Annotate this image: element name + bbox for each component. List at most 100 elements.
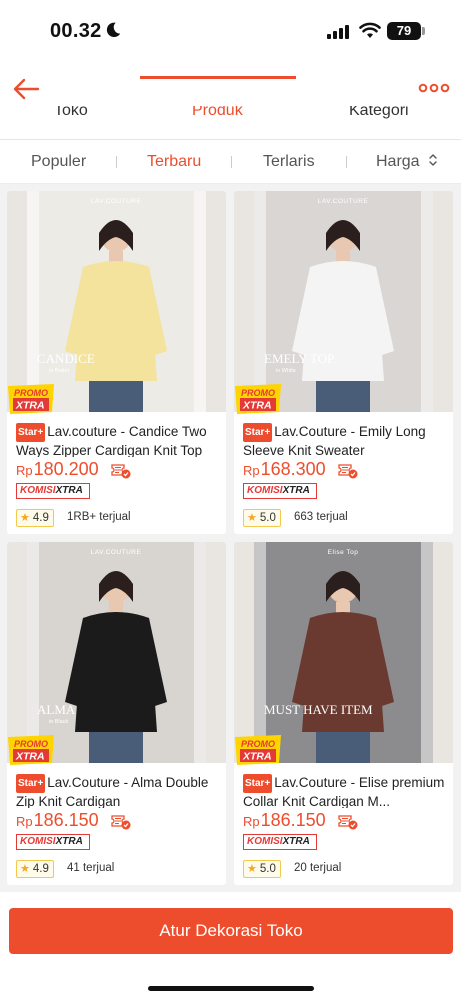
komisi-xtra-badge: KOMISIXTRA bbox=[16, 834, 90, 850]
komisi-xtra-label: XTRA bbox=[55, 485, 83, 496]
product-image[interactable]: LAV.COUTURE EMELY TOP in White bbox=[234, 191, 453, 412]
komisi-xtra-label: XTRA bbox=[282, 485, 310, 496]
price-amount: 186.150 bbox=[33, 810, 99, 830]
svg-text:LAV.COUTURE: LAV.COUTURE bbox=[318, 198, 369, 205]
product-image[interactable]: LAV.COUTURE CANDICE in Butter bbox=[7, 191, 226, 412]
product-price: Rp168.300 bbox=[243, 459, 326, 480]
price-amount: 180.200 bbox=[33, 459, 99, 479]
price-voucher-icon bbox=[111, 464, 131, 479]
product-price: Rp180.200 bbox=[16, 459, 99, 480]
komisi-xtra-label: XTRA bbox=[282, 836, 310, 847]
active-tab-indicator bbox=[140, 76, 296, 79]
svg-text:in Butter: in Butter bbox=[49, 368, 70, 374]
product-card[interactable]: Elise Top MUST HAVE ITEM PROMO XTRA Star… bbox=[234, 542, 453, 885]
battery-tip bbox=[422, 27, 425, 35]
rating-value: 4.9 bbox=[32, 863, 49, 875]
svg-text:XTRA: XTRA bbox=[15, 400, 45, 412]
tab-produk[interactable]: Produk bbox=[192, 106, 243, 120]
promo-xtra-badge: PROMO XTRA bbox=[235, 384, 281, 414]
svg-text:XTRA: XTRA bbox=[242, 400, 272, 412]
price-voucher-icon bbox=[338, 464, 358, 479]
product-title[interactable]: Star+ Lav.couture - Candice Two Ways Zipp… bbox=[16, 423, 220, 457]
sort-populer[interactable]: Populer bbox=[31, 153, 86, 171]
product-photo: LAV.COUTURE EMELY TOP in White bbox=[254, 191, 433, 412]
shop-tabs: Toko Produk Kategori bbox=[0, 106, 461, 140]
sort-terbaru[interactable]: Terbaru bbox=[147, 153, 201, 171]
tab-toko[interactable]: Toko bbox=[54, 106, 88, 120]
price-amount: 186.150 bbox=[260, 810, 326, 830]
home-indicator bbox=[148, 986, 314, 991]
product-title[interactable]: Star+ Lav.Couture - Emily Long Sleeve Kni… bbox=[243, 423, 447, 457]
komisi-xtra-label: XTRA bbox=[55, 836, 83, 847]
currency-symbol: Rp bbox=[16, 814, 33, 829]
svg-text:XTRA: XTRA bbox=[242, 751, 272, 763]
sort-terlaris[interactable]: Terlaris bbox=[263, 153, 315, 171]
product-title[interactable]: Star+ Lav.Couture - Alma Double Zip Knit … bbox=[16, 774, 220, 808]
star-plus-badge: Star+ bbox=[243, 423, 273, 442]
rating-value: 5.0 bbox=[259, 512, 276, 524]
currency-symbol: Rp bbox=[243, 463, 260, 478]
svg-text:Elise Top: Elise Top bbox=[328, 549, 359, 556]
svg-text:EMELY TOP: EMELY TOP bbox=[264, 351, 334, 366]
moon-icon bbox=[106, 22, 121, 38]
promo-xtra-badge: PROMO XTRA bbox=[8, 735, 54, 765]
product-image[interactable]: LAV.COUTURE ALMA in Black bbox=[7, 542, 226, 763]
svg-text:LAV.COUTURE: LAV.COUTURE bbox=[91, 549, 142, 556]
sort-harga-label: Harga bbox=[376, 153, 420, 170]
komisi-xtra-badge: KOMISIXTRA bbox=[243, 483, 317, 499]
product-card[interactable]: LAV.COUTURE CANDICE in Butter PROMO XTRA… bbox=[7, 191, 226, 534]
more-options-icon[interactable] bbox=[418, 78, 450, 98]
svg-text:in White: in White bbox=[276, 368, 296, 374]
product-card[interactable]: LAV.COUTURE EMELY TOP in White PROMO XTR… bbox=[234, 191, 453, 534]
star-plus-badge: Star+ bbox=[16, 774, 46, 793]
star-icon: ★ bbox=[247, 863, 257, 875]
svg-text:XTRA: XTRA bbox=[15, 751, 45, 763]
status-bar: 00.32 79 bbox=[0, 0, 461, 60]
svg-text:CANDICE: CANDICE bbox=[37, 351, 95, 366]
product-price: Rp186.150 bbox=[16, 810, 99, 831]
decorate-shop-button[interactable]: Atur Dekorasi Toko bbox=[9, 908, 453, 954]
product-photo: LAV.COUTURE CANDICE in Butter bbox=[27, 191, 206, 412]
back-arrow-icon[interactable] bbox=[10, 74, 44, 104]
product-title[interactable]: Star+ Lav.Couture - Elise premium Collar … bbox=[243, 774, 447, 808]
product-price: Rp186.150 bbox=[243, 810, 326, 831]
svg-text:PROMO: PROMO bbox=[241, 739, 275, 749]
sort-toggle-icon bbox=[429, 154, 437, 166]
rating-badge: ★ 5.0 bbox=[243, 860, 281, 878]
sort-divider bbox=[346, 156, 347, 168]
svg-text:PROMO: PROMO bbox=[14, 739, 48, 749]
rating-value: 5.0 bbox=[259, 863, 276, 875]
product-card[interactable]: LAV.COUTURE ALMA in Black PROMO XTRA Sta… bbox=[7, 542, 226, 885]
sold-count: 20 terjual bbox=[294, 862, 342, 874]
rating-badge: ★ 4.9 bbox=[16, 860, 54, 878]
rating-badge: ★ 4.9 bbox=[16, 509, 54, 527]
rating-value: 4.9 bbox=[32, 512, 49, 524]
rating-badge: ★ 5.0 bbox=[243, 509, 281, 527]
product-title-text: Lav.Couture - Elise premium Collar Knit … bbox=[243, 775, 445, 808]
sort-bar: Populer Terbaru Terlaris Harga bbox=[0, 140, 461, 184]
sold-count: 41 terjual bbox=[67, 862, 115, 874]
currency-symbol: Rp bbox=[243, 814, 260, 829]
product-image[interactable]: Elise Top MUST HAVE ITEM bbox=[234, 542, 453, 763]
shop-products-screen: 00.32 79 Toko Produk Kategori Populer Te… bbox=[0, 0, 461, 1000]
sort-harga[interactable]: Harga bbox=[376, 153, 438, 171]
promo-xtra-badge: PROMO XTRA bbox=[235, 735, 281, 765]
star-plus-badge: Star+ bbox=[243, 774, 273, 793]
star-icon: ★ bbox=[20, 863, 30, 875]
sort-divider bbox=[231, 156, 232, 168]
promo-xtra-badge: PROMO XTRA bbox=[8, 384, 54, 414]
komisi-label: KOMISI bbox=[20, 485, 56, 496]
komisi-label: KOMISI bbox=[20, 836, 56, 847]
komisi-xtra-badge: KOMISIXTRA bbox=[243, 834, 317, 850]
star-icon: ★ bbox=[20, 512, 30, 524]
svg-text:ALMA: ALMA bbox=[37, 702, 76, 717]
status-time: 00.32 bbox=[50, 20, 102, 42]
price-amount: 168.300 bbox=[260, 459, 326, 479]
komisi-label: KOMISI bbox=[247, 485, 283, 496]
komisi-label: KOMISI bbox=[247, 836, 283, 847]
svg-text:in Black: in Black bbox=[49, 719, 69, 725]
cellular-signal-icon bbox=[327, 25, 349, 39]
tab-kategori[interactable]: Kategori bbox=[349, 106, 409, 120]
product-photo: Elise Top MUST HAVE ITEM bbox=[254, 542, 433, 763]
svg-text:PROMO: PROMO bbox=[241, 388, 275, 398]
